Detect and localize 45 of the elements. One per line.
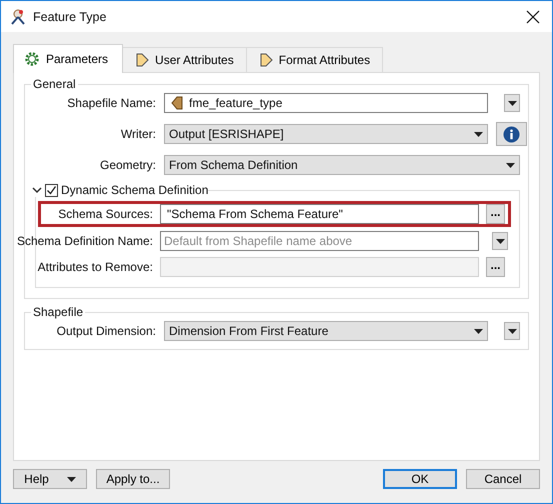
checkbox-label: Dynamic Schema Definition xyxy=(61,183,208,197)
checkbox[interactable] xyxy=(45,184,58,196)
text-field[interactable]: "Schema From Schema Feature" xyxy=(160,204,479,224)
dropdown-arrow-icon xyxy=(474,328,483,334)
window-title: Feature Type xyxy=(33,10,108,24)
dropdown-field[interactable]: From Schema Definition xyxy=(164,155,520,175)
dropdown-arrow-icon xyxy=(66,476,76,482)
browse-button[interactable]: ... xyxy=(486,257,505,277)
dropdown-arrow-icon xyxy=(508,328,516,334)
field-label: Schema Sources: xyxy=(57,207,153,221)
dialog-button[interactable]: Cancel xyxy=(466,469,540,489)
field-label: Writer: xyxy=(120,127,156,141)
dropdown-arrow-icon xyxy=(506,162,515,168)
arrow-icon xyxy=(258,53,273,67)
group-title: Shapefile xyxy=(32,305,84,319)
dropdown-arrow-icon xyxy=(496,238,504,244)
dropdown-button[interactable] xyxy=(504,322,520,340)
dialog-button[interactable]: OK xyxy=(383,469,457,489)
chevron-icon[interactable] xyxy=(32,185,42,195)
info-button[interactable] xyxy=(496,122,527,146)
feature-type-icon xyxy=(171,96,183,110)
field-label: Attributes to Remove: xyxy=(36,260,153,274)
dropdown-field[interactable]: Output [ESRISHAPE] xyxy=(164,124,488,144)
field-label: Schema Definition Name: xyxy=(16,234,153,248)
dropdown-button[interactable] xyxy=(504,94,520,112)
dropdown-field[interactable]: Dimension From First Feature xyxy=(164,321,488,341)
tab[interactable]: Parameters xyxy=(13,44,124,73)
text-field[interactable] xyxy=(160,257,479,277)
close-icon[interactable] xyxy=(526,10,540,24)
info-icon xyxy=(503,126,520,142)
dropdown-button[interactable] xyxy=(492,232,508,250)
dropdown-arrow-icon xyxy=(508,100,516,106)
dropdown-arrow-icon xyxy=(474,132,483,136)
name-field[interactable]: fme_feature_type xyxy=(164,93,488,113)
dialog-button[interactable]: Apply to... xyxy=(96,469,170,489)
tab[interactable]: Format Attributes xyxy=(246,47,384,72)
app-icon xyxy=(9,8,27,26)
field-label: Output Dimension: xyxy=(56,324,156,338)
group-title: General xyxy=(32,77,77,91)
dialog-button[interactable]: Help xyxy=(13,469,87,489)
arrow-icon xyxy=(135,53,150,67)
field-label: Shapefile Name: xyxy=(66,96,156,110)
gear-icon xyxy=(24,51,40,67)
field-label: Geometry: xyxy=(98,158,156,172)
browse-button[interactable]: ... xyxy=(486,204,505,224)
